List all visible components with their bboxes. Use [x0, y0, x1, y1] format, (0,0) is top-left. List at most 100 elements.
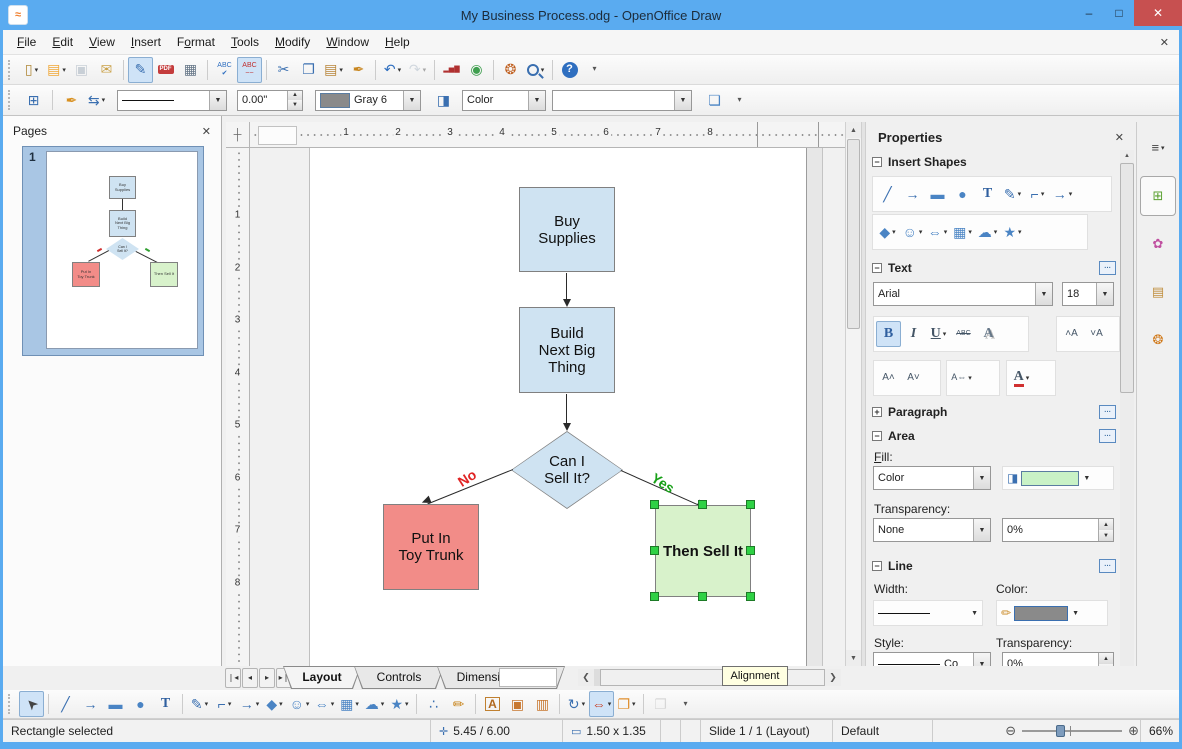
selection-handle[interactable]: [650, 592, 659, 601]
lines-and-arrows-icon[interactable]: → ▾: [237, 691, 262, 717]
stars-dropdown[interactable]: ▾: [405, 700, 409, 708]
basic-shapes-icon[interactable]: ◆ ▾: [875, 219, 900, 245]
curve-dropdown[interactable]: ▾: [205, 700, 209, 708]
symbol-shapes-dropdown[interactable]: ▾: [919, 228, 923, 236]
selection-handle[interactable]: [698, 592, 707, 601]
close-document-icon[interactable]: ✕: [1160, 36, 1169, 49]
chevron-down-icon[interactable]: ▼: [973, 467, 990, 489]
scrollbar-thumb[interactable]: [600, 669, 825, 686]
symbol-shapes-dropdown[interactable]: ▾: [306, 700, 310, 708]
insert-line-icon[interactable]: ╱: [875, 181, 900, 207]
underline-dropdown[interactable]: ▾: [943, 330, 947, 338]
cut-icon[interactable]: ✂: [271, 57, 296, 83]
chevron-down-icon[interactable]: ▼: [1035, 283, 1052, 305]
star-shapes-icon[interactable]: ★ ▾: [1000, 219, 1025, 245]
export-pdf-icon[interactable]: PDF: [153, 57, 178, 83]
zoom-slider[interactable]: [1022, 725, 1123, 737]
section-text[interactable]: − Text …: [872, 258, 1116, 278]
scroll-down-icon[interactable]: ▼: [846, 650, 861, 666]
stars-icon[interactable]: ★ ▾: [387, 691, 412, 717]
strikethrough-icon[interactable]: ABC: [951, 321, 976, 347]
menu-item-help[interactable]: Help: [377, 32, 418, 52]
menu-item-file[interactable]: File: [9, 32, 44, 52]
expand-icon[interactable]: +: [872, 407, 882, 417]
undo-icon[interactable]: ↶ ▾: [380, 57, 405, 83]
insert-arrow-icon[interactable]: →: [900, 181, 925, 207]
help-icon[interactable]: ?: [557, 57, 582, 83]
connector-line[interactable]: [566, 394, 567, 423]
curve-icon[interactable]: ✎ ▾: [187, 691, 212, 717]
page-style-cell[interactable]: Default: [833, 720, 933, 742]
edit-mode-icon[interactable]: ✎: [128, 56, 153, 83]
flowchart-shapes-icon[interactable]: ▦ ▾: [950, 219, 975, 245]
navigator-icon[interactable]: ❂: [498, 57, 523, 83]
page-thumbnail[interactable]: 1 Buy Supplies Build Next Big Thing Can …: [22, 146, 204, 356]
line-style-select[interactable]: ▼: [117, 89, 227, 111]
dialog-launcher-icon[interactable]: …: [1099, 559, 1116, 573]
callouts-icon[interactable]: ☁ ▾: [362, 691, 387, 717]
section-paragraph[interactable]: + Paragraph …: [872, 402, 1116, 422]
arrange-icon[interactable]: ❐ ▾: [614, 691, 639, 717]
star-shapes-dropdown[interactable]: ▾: [1018, 228, 1022, 236]
open-folder-dropdown[interactable]: ▾: [62, 66, 66, 74]
transparency-spinner[interactable]: 0% ▲ ▼: [1002, 518, 1114, 542]
copy-icon[interactable]: ❐: [296, 57, 321, 83]
callout-shapes-icon[interactable]: ☁ ▾: [975, 219, 1000, 245]
paste-dropdown[interactable]: ▾: [339, 66, 343, 74]
flowchart-dropdown[interactable]: ▾: [355, 700, 359, 708]
toolbar-options-icon[interactable]: ▾: [582, 57, 607, 83]
menu-item-tools[interactable]: Tools: [223, 32, 267, 52]
maximize-button[interactable]: □: [1104, 0, 1134, 26]
underline-icon[interactable]: U ▾: [926, 321, 951, 347]
basic-shapes-dropdown[interactable]: ▾: [279, 700, 283, 708]
zoom-dropdown[interactable]: ▾: [541, 66, 545, 74]
arrow-style-icon[interactable]: ⇆ ▾: [84, 87, 109, 113]
paste-icon[interactable]: ▤ ▾: [321, 57, 346, 83]
dialog-launcher-icon[interactable]: …: [1099, 429, 1116, 443]
shape-put-in-toy-trunk[interactable]: Put In Toy Trunk: [383, 504, 479, 590]
hyperlink-icon[interactable]: ◉: [464, 57, 489, 83]
insert-connector-icon[interactable]: ⌐ ▾: [1025, 181, 1050, 207]
print-icon[interactable]: ▦: [178, 57, 203, 83]
bold-icon[interactable]: B: [876, 321, 901, 347]
fill-style-select[interactable]: Color ▼: [462, 89, 546, 111]
edge-label-no[interactable]: No: [447, 461, 488, 495]
ellipse-icon[interactable]: ●: [128, 691, 153, 717]
area-fill-color-select[interactable]: ◨ ▼: [1002, 466, 1114, 490]
toolbar-drag-handle[interactable]: [8, 59, 14, 80]
font-color-dropdown[interactable]: ▾: [1026, 374, 1030, 382]
menu-item-format[interactable]: Format: [169, 32, 223, 52]
chevron-down-icon[interactable]: ▼: [973, 519, 990, 541]
connector-line[interactable]: [566, 273, 567, 299]
close-icon[interactable]: ✕: [202, 125, 211, 138]
callouts-dropdown[interactable]: ▾: [381, 700, 385, 708]
symbol-shapes-icon[interactable]: ☺ ▾: [900, 219, 925, 245]
chevron-down-icon[interactable]: ▼: [209, 90, 226, 110]
fontwork-icon[interactable]: A: [480, 691, 505, 717]
spinner-buttons[interactable]: ▲▼: [1098, 519, 1113, 541]
insert-lines-arrows-icon[interactable]: → ▾: [1050, 181, 1075, 207]
collapse-icon[interactable]: −: [872, 263, 882, 273]
font-color-icon[interactable]: A ▾: [1009, 365, 1034, 391]
drawing-canvas[interactable]: Buy Supplies Build Next Big Thing Can I …: [250, 148, 845, 666]
collapse-icon[interactable]: −: [872, 431, 882, 441]
selection-handle[interactable]: [746, 592, 755, 601]
insert-curve-icon[interactable]: ✎ ▾: [1000, 181, 1025, 207]
arrange-dropdown[interactable]: ▾: [632, 700, 636, 708]
tab-styles-icon[interactable]: ✿: [1140, 224, 1176, 264]
section-insert-shapes[interactable]: − Insert Shapes: [872, 152, 1116, 172]
new-document-icon[interactable]: ▯ ▾: [19, 57, 44, 83]
flowchart-icon[interactable]: ▦ ▾: [337, 691, 362, 717]
send-email-icon[interactable]: ✉: [94, 57, 119, 83]
block-arrows-icon[interactable]: ⇔ ▾: [925, 219, 950, 245]
spinner-buttons[interactable]: ▲▼: [287, 90, 302, 110]
vertical-ruler[interactable]: 1 2 3 4 5 6 7 8: [226, 148, 250, 666]
redo-dropdown[interactable]: ▾: [423, 66, 427, 74]
rectangle-icon[interactable]: ▬: [103, 691, 128, 717]
tab-controls[interactable]: Controls: [354, 666, 444, 689]
character-spacing-dropdown[interactable]: ▾: [968, 374, 972, 382]
insert-text-icon[interactable]: T: [975, 181, 1000, 207]
connector-dropdown[interactable]: ▾: [228, 700, 232, 708]
scroll-right-icon[interactable]: ❯: [825, 669, 841, 686]
insert-ellipse-icon[interactable]: ●: [950, 181, 975, 207]
